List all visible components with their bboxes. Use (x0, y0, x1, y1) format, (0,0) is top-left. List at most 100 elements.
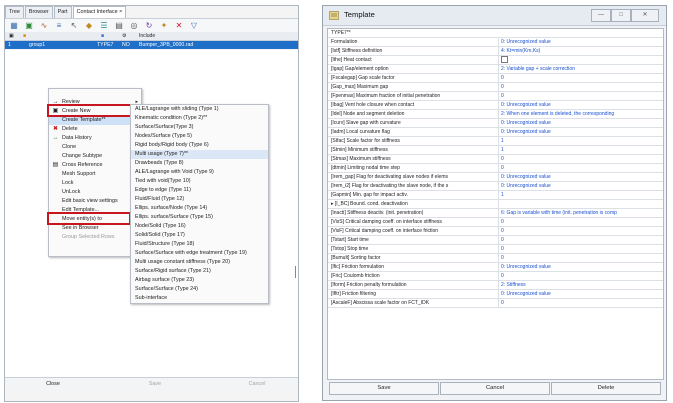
tree-view-icon[interactable]: ▦ (8, 20, 20, 31)
property-row[interactable]: [VisS] Critical damping coeff. on interf… (328, 218, 663, 227)
context-menu-item[interactable]: Clone (49, 143, 141, 152)
template-cancel-button[interactable]: Cancel (440, 382, 550, 395)
submenu-item[interactable]: Ellips. surface/Surface (Type 15) (131, 213, 268, 222)
property-row[interactable]: [VisF] Critical damping coeff. on interf… (328, 227, 663, 236)
property-value[interactable]: 0 (501, 83, 663, 91)
context-menu-item[interactable]: Group Selected Rows (49, 233, 141, 242)
property-row[interactable]: [Stfac] Scale factor for stiffness 1 (328, 137, 663, 146)
close-window-button[interactable]: ✕ (631, 9, 659, 22)
submenu-item[interactable]: Rigid body/Rigid body (Type 6) (131, 141, 268, 150)
property-value[interactable]: 0 (501, 254, 663, 262)
template-save-button[interactable]: Save (329, 382, 439, 395)
submenu-item[interactable]: Surface/Surface(Type 3) (131, 123, 268, 132)
maximize-button[interactable]: □ (611, 9, 631, 22)
property-value[interactable]: 0 (501, 236, 663, 244)
close-button[interactable]: Close (23, 380, 83, 389)
property-row[interactable]: [Irem_i2] Flag for deactivating the slav… (328, 182, 663, 191)
property-row[interactable]: [Istf] Stiffness definition 4: Kt=min(Km,… (328, 47, 663, 56)
submenu-item[interactable]: Sub-interface (131, 294, 268, 303)
submenu-item[interactable]: ALE/Lagrange with sliding (Type 1) (131, 105, 268, 114)
property-row[interactable]: [Irem_gap] Flag for deactivating slave n… (328, 173, 663, 182)
header-include[interactable]: Include (139, 32, 155, 40)
property-row[interactable]: [Stmax] Maximum stiffness 0 (328, 155, 663, 164)
property-row[interactable]: [dtmin] Limiting nodal time step 0 (328, 164, 663, 173)
property-row[interactable]: [Icurv] Slave gap with curvature 0: Unrec… (328, 119, 663, 128)
submenu-item[interactable]: Airbag surface (Type 23) (131, 276, 268, 285)
property-row[interactable]: [Idel] Node and segment deletion 2: When … (328, 110, 663, 119)
property-row[interactable]: [Fpenmax] Maximum fraction of initial pe… (328, 92, 663, 101)
context-menu-item[interactable]: ▤ Cross Reference (49, 161, 141, 170)
tab-1[interactable]: Browser (24, 6, 53, 18)
property-row[interactable]: [Bumult] Sorting factor 0 (328, 254, 663, 263)
property-value[interactable]: 0: Unrecognized value (501, 173, 663, 181)
submenu-item[interactable]: ALE/Lagrange with Void (Type 9) (131, 168, 268, 177)
pointer-icon[interactable]: ↖ (68, 20, 80, 31)
tab-3[interactable]: Contact Interface × (72, 6, 127, 18)
property-value[interactable]: 0: Unrecognized value (501, 101, 663, 109)
property-value[interactable]: 4: Kt=min(Km,Ks) (501, 47, 663, 55)
tab-2[interactable]: Part (53, 6, 72, 18)
property-value[interactable]: 0 (501, 299, 663, 307)
property-value[interactable]: 0 (501, 245, 663, 253)
context-menu-item[interactable]: Change Subtype▸ (49, 152, 141, 161)
property-value[interactable]: 0: Unrecognized value (501, 119, 663, 127)
context-menu-item[interactable]: Create Template**▸ (49, 116, 141, 125)
submenu-item[interactable]: Edge to edge (Type 11) (131, 186, 268, 195)
table-row[interactable]: 1 group1 TYPE7 NO Bumper_3PB_0000.rad (5, 41, 298, 49)
property-row[interactable]: [Ific] Friction formulation 0: Unrecogniz… (328, 263, 663, 272)
property-row[interactable]: [Fric] Coulomb friction 0 (328, 272, 663, 281)
template-delete-button[interactable]: Delete (551, 382, 661, 395)
title-bar[interactable]: Template — □ ✕ (323, 6, 666, 26)
context-menu-item[interactable]: Mesh Support▸ (49, 170, 141, 179)
property-value[interactable]: 0 (501, 164, 663, 172)
property-row[interactable]: [Gap_max] Maximum gap 0 (328, 83, 663, 92)
save-button[interactable]: Save (125, 380, 185, 389)
context-menu-item[interactable]: Lock (49, 179, 141, 188)
submenu-item[interactable]: Surface/Surface (Type 24) (131, 285, 268, 294)
property-value[interactable]: 0 (501, 155, 663, 163)
property-value[interactable]: 6: Gap is variable with time (init. pene… (501, 209, 663, 217)
minimize-button[interactable]: — (591, 9, 611, 22)
property-row[interactable]: [AscaleF] Abscissa scale factor on FCT_I… (328, 299, 663, 308)
property-row[interactable]: [Fscalegap] Gap scale factor 0 (328, 74, 663, 83)
submenu-item[interactable]: Tied with void(Type 10) (131, 177, 268, 186)
filter-funnel-icon[interactable]: ▽ (188, 20, 200, 31)
property-value[interactable]: 0 (501, 218, 663, 226)
context-menu-item[interactable]: See in Browser (49, 224, 141, 233)
property-row[interactable]: [Tstop] Stop time 0 (328, 245, 663, 254)
context-menu-item[interactable]: ✖ Delete (49, 125, 141, 134)
property-value[interactable]: 0: Unrecognized value (501, 263, 663, 271)
property-value[interactable]: 0: Unrecognized value (501, 290, 663, 298)
layers-icon[interactable]: ≡ (53, 20, 65, 31)
binoculars-icon[interactable]: ◎ (128, 20, 140, 31)
curve-icon[interactable]: ∿ (38, 20, 50, 31)
property-value[interactable]: 1 (501, 191, 663, 199)
submenu-item[interactable]: Surface/Surface with edge treatment (Typ… (131, 249, 268, 258)
submenu-item[interactable]: Fluid/Structure (Type 18) (131, 240, 268, 249)
context-menu-item[interactable]: ↔Data History▸ (49, 134, 141, 143)
tab-0[interactable]: Tree (5, 6, 24, 18)
property-row[interactable]: [Igap] Gap/element option 2: Variable gap… (328, 65, 663, 74)
property-value[interactable]: 0 (501, 227, 663, 235)
context-menu-item[interactable]: Edit basic view settings (49, 197, 141, 206)
context-menu-item[interactable]: UnLock (49, 188, 141, 197)
property-row[interactable]: [Iform] Friction penalty formulation 2: S… (328, 281, 663, 290)
submenu-item[interactable]: Nodes/Surface (Type 5) (131, 132, 268, 141)
property-row[interactable]: [Iadm] Local curvature flag 0: Unrecogniz… (328, 128, 663, 137)
wand-icon[interactable]: ✦ (158, 20, 170, 31)
heat-contact-checkbox[interactable] (501, 56, 508, 64)
property-row[interactable]: [Stmin] Minimum stiffness 1 (328, 146, 663, 155)
property-row[interactable]: Formulation 0: Unrecognized value (328, 38, 663, 47)
submenu-item[interactable]: Multi usage (Type 7)** (131, 150, 268, 159)
property-row[interactable]: [Ithe] Heat contact (328, 56, 663, 65)
property-value[interactable]: 0: Unrecognized value (501, 128, 663, 136)
property-value[interactable]: 0: Unrecognized value (501, 182, 663, 190)
grid-icon[interactable]: ▣ (23, 20, 35, 31)
property-value[interactable]: 0: Unrecognized value (501, 38, 663, 46)
property-value[interactable]: 2: Stiffness (501, 281, 663, 289)
property-row[interactable]: [Inacti] Stiffness deactiv. (init. penet… (328, 209, 663, 218)
property-row[interactable]: [Tstart] Start time 0 (328, 236, 663, 245)
cancel-button[interactable]: Cancel (227, 380, 287, 389)
property-value[interactable]: 0 (501, 92, 663, 100)
scroll-indicator[interactable] (295, 266, 296, 278)
